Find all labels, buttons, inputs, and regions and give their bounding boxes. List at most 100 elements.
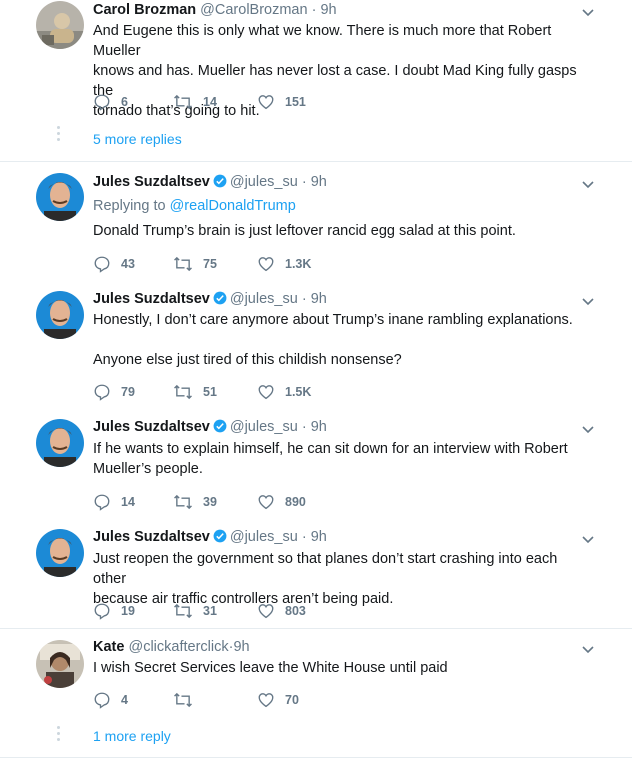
avatar-jules[interactable]	[36, 529, 84, 577]
author-name[interactable]: Jules Suzdaltsev	[93, 529, 210, 545]
avatar-jules[interactable]	[36, 173, 84, 221]
show-more-replies-link[interactable]: 1 more reply	[93, 728, 171, 744]
retweet-count: 14	[203, 95, 217, 109]
replying-to-link[interactable]: @realDonaldTrump	[170, 198, 296, 214]
retweet-button[interactable]: 14	[173, 93, 217, 111]
like-count: 1.5K	[285, 385, 312, 399]
verified-badge-icon	[213, 174, 227, 188]
timestamp[interactable]: 9h	[311, 291, 327, 307]
author-name[interactable]: Jules Suzdaltsev	[93, 291, 210, 307]
tweet-text: If he wants to explain himself, he can s…	[93, 441, 568, 477]
author-handle[interactable]: @jules_su	[230, 291, 298, 307]
like-count: 803	[285, 604, 306, 618]
tweet-text: Donald Trump’s brain is just leftover ra…	[93, 223, 516, 239]
reply-icon	[94, 603, 110, 620]
author-handle[interactable]: @clickafterclick	[128, 639, 228, 655]
author-handle[interactable]: @jules_su	[230, 419, 298, 435]
tweet-kate[interactable]: Kate @clickafterclick·9h I wish Secret S…	[0, 629, 632, 762]
separator-dot: ·	[301, 419, 307, 435]
reply-button[interactable]: 43	[93, 255, 135, 273]
like-button[interactable]: 1.3K	[257, 255, 311, 273]
retweet-icon	[174, 692, 192, 708]
reply-count: 6	[121, 95, 128, 109]
like-button[interactable]: 890	[257, 493, 306, 511]
replying-to: Replying to @realDonaldTrump	[93, 198, 296, 214]
retweet-count: 51	[203, 385, 217, 399]
like-button[interactable]: 70	[257, 691, 299, 709]
retweet-button[interactable]: 31	[173, 602, 217, 620]
chevron-down-icon[interactable]	[582, 298, 594, 306]
reply-button[interactable]: 6	[93, 93, 128, 111]
retweet-icon	[174, 603, 192, 619]
retweet-icon	[174, 94, 192, 110]
reply-button[interactable]: 4	[93, 691, 128, 709]
reply-button[interactable]: 79	[93, 383, 135, 401]
avatar-jules[interactable]	[36, 419, 84, 467]
reply-icon	[94, 692, 110, 709]
like-icon	[258, 95, 274, 110]
like-button[interactable]: 151	[257, 93, 306, 111]
avatar-carol[interactable]	[36, 1, 84, 49]
reply-icon	[94, 94, 110, 111]
retweet-icon	[174, 384, 192, 400]
reply-button[interactable]: 14	[93, 493, 135, 511]
timestamp[interactable]: 9h	[311, 529, 327, 545]
retweet-icon	[174, 256, 192, 272]
like-count: 1.3K	[285, 257, 312, 271]
author-name[interactable]: Kate	[93, 639, 124, 655]
verified-badge-icon	[213, 419, 227, 433]
like-count: 890	[285, 495, 306, 509]
like-button[interactable]: 803	[257, 602, 306, 620]
show-more-replies-link[interactable]: 5 more replies	[93, 131, 182, 147]
reply-button[interactable]: 19	[93, 602, 135, 620]
author-handle[interactable]: @jules_su	[230, 174, 298, 190]
tweet-header: Carol Brozman @CarolBrozman · 9h	[93, 2, 337, 18]
divider	[0, 757, 632, 758]
retweet-count: 75	[203, 257, 217, 271]
tweet-header: Jules Suzdaltsev @jules_su · 9h	[93, 291, 327, 307]
chevron-down-icon[interactable]	[582, 181, 594, 189]
author-name[interactable]: Carol Brozman	[93, 2, 196, 18]
tweet-jules-3[interactable]: Jules Suzdaltsev @jules_su · 9h If he wan…	[0, 408, 632, 518]
reply-count: 14	[121, 495, 135, 509]
chevron-down-icon[interactable]	[582, 536, 594, 544]
like-icon	[258, 604, 274, 619]
thread-dots	[57, 126, 61, 144]
retweet-count: 31	[203, 604, 217, 618]
timestamp[interactable]: 9h	[311, 419, 327, 435]
timestamp[interactable]: 9h	[311, 174, 327, 190]
tweet-header: Kate @clickafterclick·9h	[93, 639, 250, 655]
like-icon	[258, 693, 274, 708]
avatar-jules[interactable]	[36, 291, 84, 339]
tweet-jules-4[interactable]: Jules Suzdaltsev @jules_su · 9h Just reop…	[0, 518, 632, 628]
verified-badge-icon	[213, 529, 227, 543]
separator-dot: ·	[301, 291, 307, 307]
timestamp[interactable]: 9h	[320, 2, 336, 18]
like-icon	[258, 257, 274, 272]
author-handle[interactable]: @CarolBrozman	[200, 2, 307, 18]
tweet-jules-1[interactable]: Jules Suzdaltsev @jules_su · 9h Replying …	[0, 162, 632, 280]
separator-dot: ·	[301, 174, 307, 190]
tweet-text: And Eugene this is only what we know. Th…	[93, 23, 577, 119]
retweet-button[interactable]: 39	[173, 493, 217, 511]
verified-badge-icon	[213, 291, 227, 305]
author-handle[interactable]: @jules_su	[230, 529, 298, 545]
tweet-carol[interactable]: Carol Brozman @CarolBrozman · 9h And Eug…	[0, 0, 632, 160]
reply-count: 43	[121, 257, 135, 271]
like-icon	[258, 385, 274, 400]
chevron-down-icon[interactable]	[582, 426, 594, 434]
separator-dot: ·	[301, 529, 307, 545]
retweet-button[interactable]: 75	[173, 255, 217, 273]
retweet-button[interactable]	[173, 691, 203, 709]
retweet-button[interactable]: 51	[173, 383, 217, 401]
chevron-down-icon[interactable]	[582, 646, 594, 654]
chevron-down-icon[interactable]	[582, 9, 594, 17]
author-name[interactable]: Jules Suzdaltsev	[93, 419, 210, 435]
author-name[interactable]: Jules Suzdaltsev	[93, 174, 210, 190]
reply-icon	[94, 256, 110, 273]
tweet-jules-2[interactable]: Jules Suzdaltsev @jules_su · 9h Honestly,…	[0, 280, 632, 408]
timestamp[interactable]: 9h	[233, 639, 249, 655]
tweet-header: Jules Suzdaltsev @jules_su · 9h	[93, 174, 327, 190]
like-button[interactable]: 1.5K	[257, 383, 311, 401]
avatar-kate[interactable]	[36, 640, 84, 688]
